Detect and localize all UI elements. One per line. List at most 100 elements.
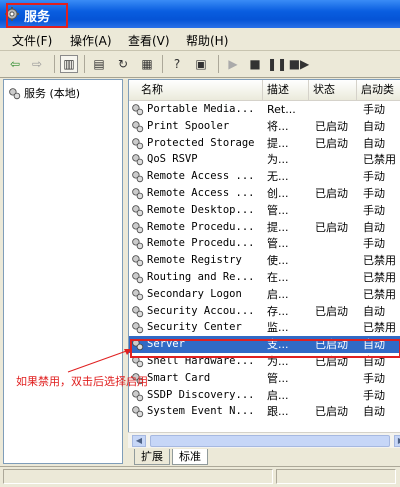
menu-help[interactable]: 帮助(H) [186, 32, 228, 49]
table-row[interactable]: Remote Procedu... 管... 手动 [129, 235, 400, 252]
tab-extended[interactable]: 扩展 [134, 449, 170, 465]
service-name: Remote Access ... [147, 170, 255, 183]
service-name: Remote Procedu... [147, 237, 255, 250]
table-row[interactable]: Remote Registry 使... 已禁用 [129, 252, 400, 269]
service-name-cell: Remote Access ... [131, 168, 261, 185]
tab-standard[interactable]: 标准 [172, 449, 208, 465]
service-gear-icon [132, 205, 144, 216]
pause-icon[interactable]: ❚❚ [267, 55, 287, 73]
toolbar-separator [162, 55, 163, 73]
service-startup-cell: 手动 [363, 237, 385, 251]
service-startup-cell: 已禁用 [363, 287, 396, 301]
service-name: Smart Card [147, 371, 211, 384]
table-row[interactable]: SSDP Discovery... 启... 手动 [129, 387, 400, 404]
table-row[interactable]: Security Center 监... 已禁用 [129, 319, 400, 336]
service-name-cell: QoS RSVP [131, 151, 261, 168]
service-name-cell: Smart Card [131, 370, 261, 387]
service-name: SSDP Discovery... [147, 388, 255, 401]
service-gear-icon [132, 171, 144, 183]
menu-bar: 文件(F) 操作(A) 查看(V) 帮助(H) [0, 28, 400, 51]
table-row[interactable]: Remote Desktop... 管... 手动 [129, 202, 400, 219]
table-row[interactable]: Remote Access ... 创... 已启动 手动 [129, 185, 400, 202]
scroll-left-icon[interactable]: ◀ [132, 435, 146, 447]
toolbar-separator [218, 55, 219, 73]
table-row[interactable]: Remote Procedu... 提... 已启动 自动 [129, 219, 400, 236]
help-icon[interactable]: ? [168, 55, 186, 73]
service-status-cell [315, 286, 365, 303]
service-name-cell: Protected Storage [131, 135, 261, 152]
service-description-cell: 跟... [267, 405, 289, 419]
table-row[interactable]: Portable Media... Ret... 手动 [129, 101, 400, 118]
column-header-description[interactable]: 描述 [263, 80, 309, 100]
service-description-cell: 使... [267, 254, 289, 268]
show-tree-icon[interactable]: ▥ [60, 55, 78, 73]
service-status-cell: 已启动 [315, 187, 348, 200]
horizontal-scrollbar[interactable]: ◀ ▶ [128, 432, 400, 449]
tree-item-label: 服务 (本地) [24, 87, 81, 100]
view-tabs: 扩展 标准 [128, 448, 400, 465]
service-status-cell [315, 168, 365, 185]
service-status-cell [315, 252, 365, 269]
service-description-cell: 在... [267, 271, 289, 284]
menu-action[interactable]: 操作(A) [70, 32, 112, 49]
forward-arrow-icon[interactable]: ⇨ [28, 55, 46, 73]
export-list-icon[interactable]: ▦ [138, 55, 156, 73]
service-name-cell: Security Center [131, 319, 261, 336]
tree-pane: 服务 (本地) [3, 79, 123, 464]
restart-icon[interactable]: ■▶ [289, 55, 310, 73]
table-row[interactable]: Protected Storage 提... 已启动 自动 [129, 135, 400, 152]
service-name-cell: Portable Media... [131, 101, 261, 118]
start-icon[interactable]: ▶ [224, 55, 242, 73]
refresh-icon[interactable]: ↻ [114, 55, 132, 73]
service-name-cell: Routing and Re... [131, 269, 261, 286]
service-description-cell: 监... [267, 321, 289, 335]
table-row[interactable]: Print Spooler 将... 已启动 自动 [129, 118, 400, 135]
service-startup-cell: 自动 [363, 405, 385, 419]
server-row-highlight-box [130, 339, 400, 358]
service-startup-cell: 手动 [363, 203, 385, 217]
table-row[interactable]: Smart Card 管... 手动 [129, 370, 400, 387]
service-gear-icon [132, 322, 144, 334]
service-status-cell [315, 269, 365, 286]
menu-view[interactable]: 查看(V) [128, 32, 170, 49]
table-row[interactable]: System Event N... 跟... 已启动 自动 [129, 403, 400, 420]
column-header-name[interactable]: 名称 [129, 80, 263, 100]
service-description-cell: 管... [267, 237, 289, 251]
toolbar-separator [54, 55, 55, 73]
service-name-cell: Secondary Logon [131, 286, 261, 303]
stop-icon[interactable]: ■ [246, 55, 264, 73]
service-startup-cell: 手动 [363, 103, 385, 116]
service-gear-icon [132, 289, 144, 300]
service-name-cell: Print Spooler [131, 118, 261, 135]
column-header-status[interactable]: 状态 [309, 80, 357, 100]
service-gear-icon [132, 221, 144, 233]
service-startup-cell: 手动 [363, 371, 385, 385]
column-header-startup-type[interactable]: 启动类 [357, 80, 400, 100]
service-gear-icon [132, 406, 144, 418]
table-row[interactable]: QoS RSVP 为... 已禁用 [129, 151, 400, 168]
service-name-cell: Remote Access ... [131, 185, 261, 202]
service-gear-icon [132, 188, 144, 200]
service-description-cell: 将... [267, 119, 289, 133]
table-row[interactable]: Secondary Logon 启... 已禁用 [129, 286, 400, 303]
scroll-right-icon[interactable]: ▶ [394, 435, 400, 447]
show-description-icon[interactable]: ▣ [192, 55, 210, 73]
service-gear-icon [132, 272, 144, 284]
services-gear-icon [9, 87, 21, 99]
service-startup-cell: 手动 [363, 187, 385, 200]
service-status-cell: 已启动 [315, 304, 348, 318]
service-name: Remote Access ... [147, 187, 255, 199]
table-row[interactable]: Remote Access ... 无... 手动 [129, 168, 400, 185]
table-row[interactable]: Routing and Re... 在... 已禁用 [129, 269, 400, 286]
back-arrow-icon[interactable]: ⇦ [6, 55, 24, 73]
properties-icon[interactable]: ▤ [90, 55, 108, 73]
service-startup-cell: 自动 [363, 136, 385, 150]
menu-file[interactable]: 文件(F) [12, 32, 52, 49]
service-name-cell: Remote Procedu... [131, 219, 261, 236]
service-name-cell: SSDP Discovery... [131, 387, 261, 404]
tree-item-services-local[interactable]: 服务 (本地) [8, 85, 80, 101]
scroll-thumb[interactable] [150, 435, 390, 447]
table-row[interactable]: Security Accou... 存... 已启动 自动 [129, 303, 400, 320]
toolbar: ⇦ ⇨ ▥ ▤ ↻ ▦ ? ▣ ▶ ■ ❚❚ ■▶ [0, 51, 400, 78]
service-name: Remote Procedu... [147, 220, 255, 233]
